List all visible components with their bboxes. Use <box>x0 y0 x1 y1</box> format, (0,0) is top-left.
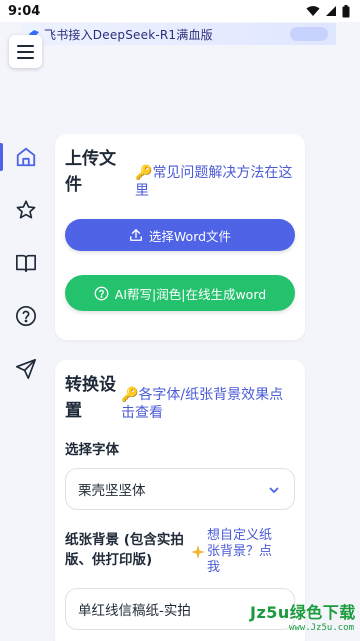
effects-preview-link[interactable]: 🔑各字体/纸张背景效果点击查看 <box>121 386 297 422</box>
upload-card: 上传文件 🔑常见问题解决方法在这里 选择Word文件 AI帮写|润色|在线生成w… <box>55 134 305 340</box>
settings-card-title: 转换设置 <box>65 375 116 421</box>
ai-write-label: AI帮写|润色|在线生成word <box>114 286 267 302</box>
upload-card-title: 上传文件 <box>65 149 116 195</box>
signal-icon <box>326 6 336 16</box>
book-icon <box>16 254 36 272</box>
sidebar-item-home[interactable] <box>0 130 52 183</box>
faq-link[interactable]: 🔑常见问题解决方法在这里 <box>135 164 297 200</box>
wifi-icon <box>306 6 320 16</box>
font-label: 选择字体 <box>65 442 119 458</box>
banner-badge <box>290 27 328 41</box>
send-icon <box>16 358 36 379</box>
paper-label: 纸张背景 (包含实拍版、供打印版) <box>65 532 184 568</box>
status-time: 9:04 <box>8 3 41 19</box>
status-bar: 9:04 <box>0 0 360 22</box>
help-circle-icon <box>16 305 36 326</box>
ad-banner[interactable]: 飞书接入DeepSeek-R1满血版 <box>22 23 336 45</box>
chevron-down-icon <box>269 487 279 493</box>
paper-select-value: 单红线信稿纸-实拍 <box>78 603 191 619</box>
sparkle-icon <box>191 545 205 559</box>
watermark-brand: Jz5u绿色下载 <box>250 603 356 622</box>
help-circle-icon <box>94 286 109 300</box>
ai-write-button[interactable]: AI帮写|润色|在线生成word <box>65 275 295 311</box>
status-icons <box>306 4 350 18</box>
effects-preview-link-text: 各字体/纸张背景效果点击查看 <box>121 387 284 421</box>
upload-icon <box>130 229 142 241</box>
battery-icon <box>342 4 350 17</box>
key-icon: 🔑 <box>135 165 153 181</box>
sidebar-item-favorites[interactable] <box>0 183 52 236</box>
hamburger-icon-line <box>17 50 34 53</box>
key-icon: 🔑 <box>121 387 139 403</box>
sidebar-nav <box>0 130 52 395</box>
select-word-file-button[interactable]: 选择Word文件 <box>65 219 295 251</box>
hamburger-icon-line <box>17 44 34 47</box>
home-icon <box>16 147 36 166</box>
watermark-url: www.Jz5u.com <box>288 623 354 633</box>
sidebar-item-share[interactable] <box>0 342 52 395</box>
menu-button[interactable] <box>9 35 42 68</box>
font-select-value: 栗壳坚坚体 <box>78 483 146 499</box>
sidebar-item-help[interactable] <box>0 289 52 342</box>
custom-background-link[interactable]: 想自定义纸张背景？点我 <box>207 528 283 576</box>
banner-text: 飞书接入DeepSeek-R1满血版 <box>44 27 213 42</box>
star-icon <box>16 199 36 219</box>
faq-link-text: 常见问题解决方法在这里 <box>135 165 293 199</box>
hamburger-icon-line <box>17 56 34 59</box>
site-watermark: Jz5u绿色下载 www.Jz5u.com <box>250 599 356 639</box>
sidebar-item-guide[interactable] <box>0 236 52 289</box>
select-word-file-label: 选择Word文件 <box>148 228 232 244</box>
font-select[interactable]: 栗壳坚坚体 <box>65 468 295 510</box>
